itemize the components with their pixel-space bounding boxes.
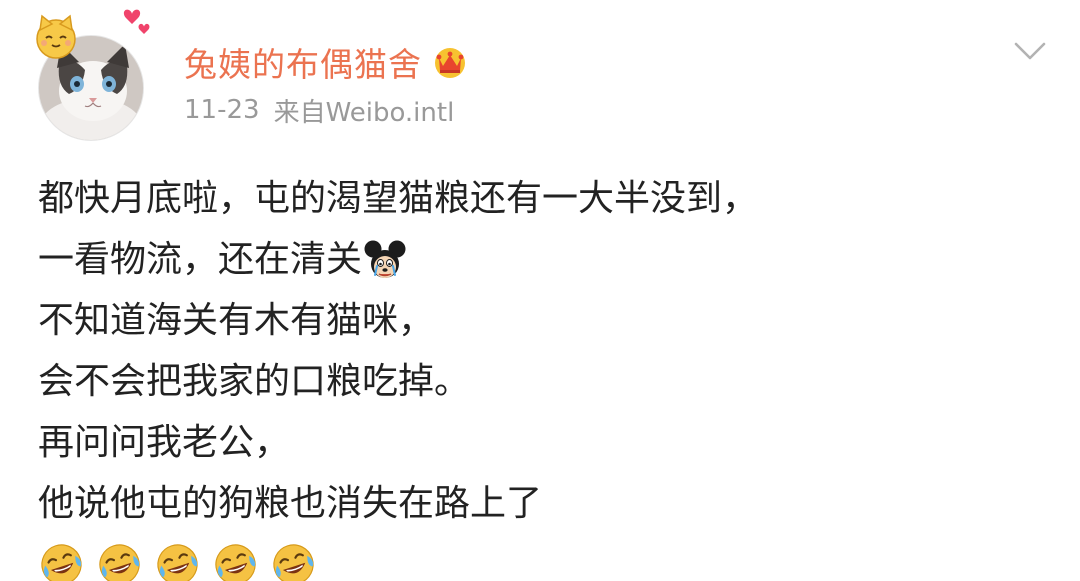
- laugh-cry-emoji-icon: [41, 544, 82, 581]
- post-line: 都快月底啦，屯的渴望猫粮还有一大半没到，: [38, 178, 759, 219]
- crown-vip-icon[interactable]: [430, 44, 470, 80]
- laugh-cry-emoji-icon: [99, 544, 140, 581]
- laugh-cry-emoji-icon: [157, 544, 198, 581]
- post-date: 11-23: [184, 95, 260, 125]
- post-line: 再问问我老公，: [38, 422, 291, 463]
- post-meta: 11-23 来自Weibo.intl: [184, 92, 454, 128]
- laugh-cry-emoji-icon: [273, 544, 314, 581]
- chevron-down-icon[interactable]: [1012, 36, 1048, 66]
- avatar-container[interactable]: [30, 8, 160, 141]
- post-source[interactable]: 来自Weibo.intl: [274, 92, 455, 129]
- author-row: 兔姨的布偶猫舍: [184, 38, 470, 86]
- trailing-emoji-row: [38, 534, 1048, 581]
- cat-badge-icon: [36, 14, 76, 59]
- hearts-badge-icon: [123, 9, 150, 34]
- post-line: 一看物流，还在清关: [38, 229, 1048, 290]
- laugh-cry-emoji-icon: [215, 544, 256, 581]
- post-line: 会不会把我家的口粮吃掉。: [38, 361, 471, 402]
- post-content: 都快月底啦，屯的渴望猫粮还有一大半没到， 一看物流，还在清关 不知道海关有木有猫…: [38, 168, 1048, 581]
- author-name[interactable]: 兔姨的布偶猫舍: [184, 38, 422, 86]
- mickey-crying-emoji-icon: [364, 240, 406, 278]
- post-line: 不知道海关有木有猫咪，: [38, 300, 435, 341]
- post-line: 他说他屯的狗粮也消失在路上了: [38, 483, 543, 524]
